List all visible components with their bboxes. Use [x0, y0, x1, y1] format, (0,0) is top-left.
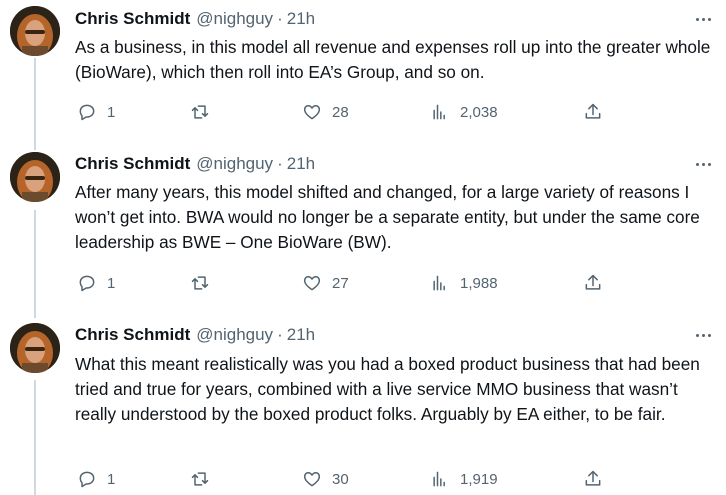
- retweet-button[interactable]: [190, 467, 220, 491]
- retweet-icon: [191, 105, 209, 119]
- views-chart-icon: [433, 471, 445, 487]
- like-button[interactable]: 28: [302, 100, 349, 124]
- like-button[interactable]: 27: [302, 271, 349, 295]
- tweet-text: After many years, this model shifted and…: [75, 182, 700, 252]
- more-options-icon[interactable]: [692, 324, 714, 346]
- author-name[interactable]: Chris Schmidt: [75, 9, 190, 29]
- tweet[interactable]: Chris Schmidt @nighguy · 21h After many …: [0, 150, 726, 320]
- avatar[interactable]: [10, 152, 60, 202]
- retweet-button[interactable]: [190, 271, 220, 295]
- tweet[interactable]: Chris Schmidt @nighguy · 21h What this m…: [0, 320, 726, 495]
- avatar[interactable]: [10, 6, 60, 56]
- author-name[interactable]: Chris Schmidt: [75, 154, 190, 174]
- reply-count: 1: [107, 103, 116, 121]
- author-handle[interactable]: @nighguy: [196, 154, 273, 174]
- views-chart-icon: [433, 275, 445, 291]
- action-bar: 1 28 2,038: [75, 100, 615, 124]
- author-handle[interactable]: @nighguy: [196, 9, 273, 29]
- views-count: 1,988: [460, 274, 498, 292]
- timestamp[interactable]: 21h: [287, 325, 315, 345]
- separator-dot: ·: [277, 325, 283, 344]
- share-button[interactable]: [583, 100, 603, 124]
- retweet-icon: [191, 472, 209, 486]
- tweet-text: As a business, in this model all revenue…: [75, 37, 711, 82]
- reply-icon: [79, 275, 95, 292]
- heart-icon: [303, 276, 321, 291]
- more-options-icon[interactable]: [692, 153, 714, 175]
- share-icon: [585, 470, 601, 486]
- author-handle[interactable]: @nighguy: [196, 325, 273, 345]
- retweet-icon: [191, 276, 209, 290]
- reply-icon: [79, 104, 95, 121]
- reply-button[interactable]: 1: [77, 467, 115, 491]
- views-button[interactable]: 1,988: [430, 271, 498, 295]
- views-chart-icon: [433, 104, 445, 120]
- views-count: 1,919: [460, 470, 498, 488]
- like-count: 27: [332, 274, 349, 292]
- reply-icon: [79, 471, 95, 488]
- timestamp[interactable]: 21h: [287, 9, 315, 29]
- reply-count: 1: [107, 470, 116, 488]
- views-count: 2,038: [460, 103, 498, 121]
- share-button[interactable]: [583, 271, 603, 295]
- like-count: 28: [332, 103, 349, 121]
- reply-button[interactable]: 1: [77, 271, 115, 295]
- more-options-icon[interactable]: [692, 8, 714, 30]
- heart-icon: [303, 105, 321, 120]
- action-bar: 1 27 1,988: [75, 271, 615, 295]
- timestamp[interactable]: 21h: [287, 154, 315, 174]
- separator-dot: ·: [277, 154, 283, 173]
- author-name[interactable]: Chris Schmidt: [75, 325, 190, 345]
- like-count: 30: [332, 470, 349, 488]
- tweet-header: Chris Schmidt @nighguy · 21h: [75, 8, 315, 30]
- tweet-text: What this meant realistically was you ha…: [75, 354, 700, 424]
- avatar[interactable]: [10, 323, 60, 373]
- share-icon: [585, 103, 601, 119]
- retweet-button[interactable]: [190, 100, 220, 124]
- tweet-header: Chris Schmidt @nighguy · 21h: [75, 324, 315, 346]
- separator-dot: ·: [277, 9, 283, 28]
- action-bar: 1 30 1,919: [75, 467, 615, 491]
- views-button[interactable]: 1,919: [430, 467, 498, 491]
- tweet[interactable]: Chris Schmidt @nighguy · 21h As a busine…: [0, 0, 726, 145]
- share-button[interactable]: [583, 467, 603, 491]
- views-button[interactable]: 2,038: [430, 100, 498, 124]
- reply-button[interactable]: 1: [77, 100, 115, 124]
- like-button[interactable]: 30: [302, 467, 349, 491]
- reply-count: 1: [107, 274, 116, 292]
- tweet-header: Chris Schmidt @nighguy · 21h: [75, 153, 315, 175]
- heart-icon: [303, 472, 321, 487]
- share-icon: [585, 274, 601, 290]
